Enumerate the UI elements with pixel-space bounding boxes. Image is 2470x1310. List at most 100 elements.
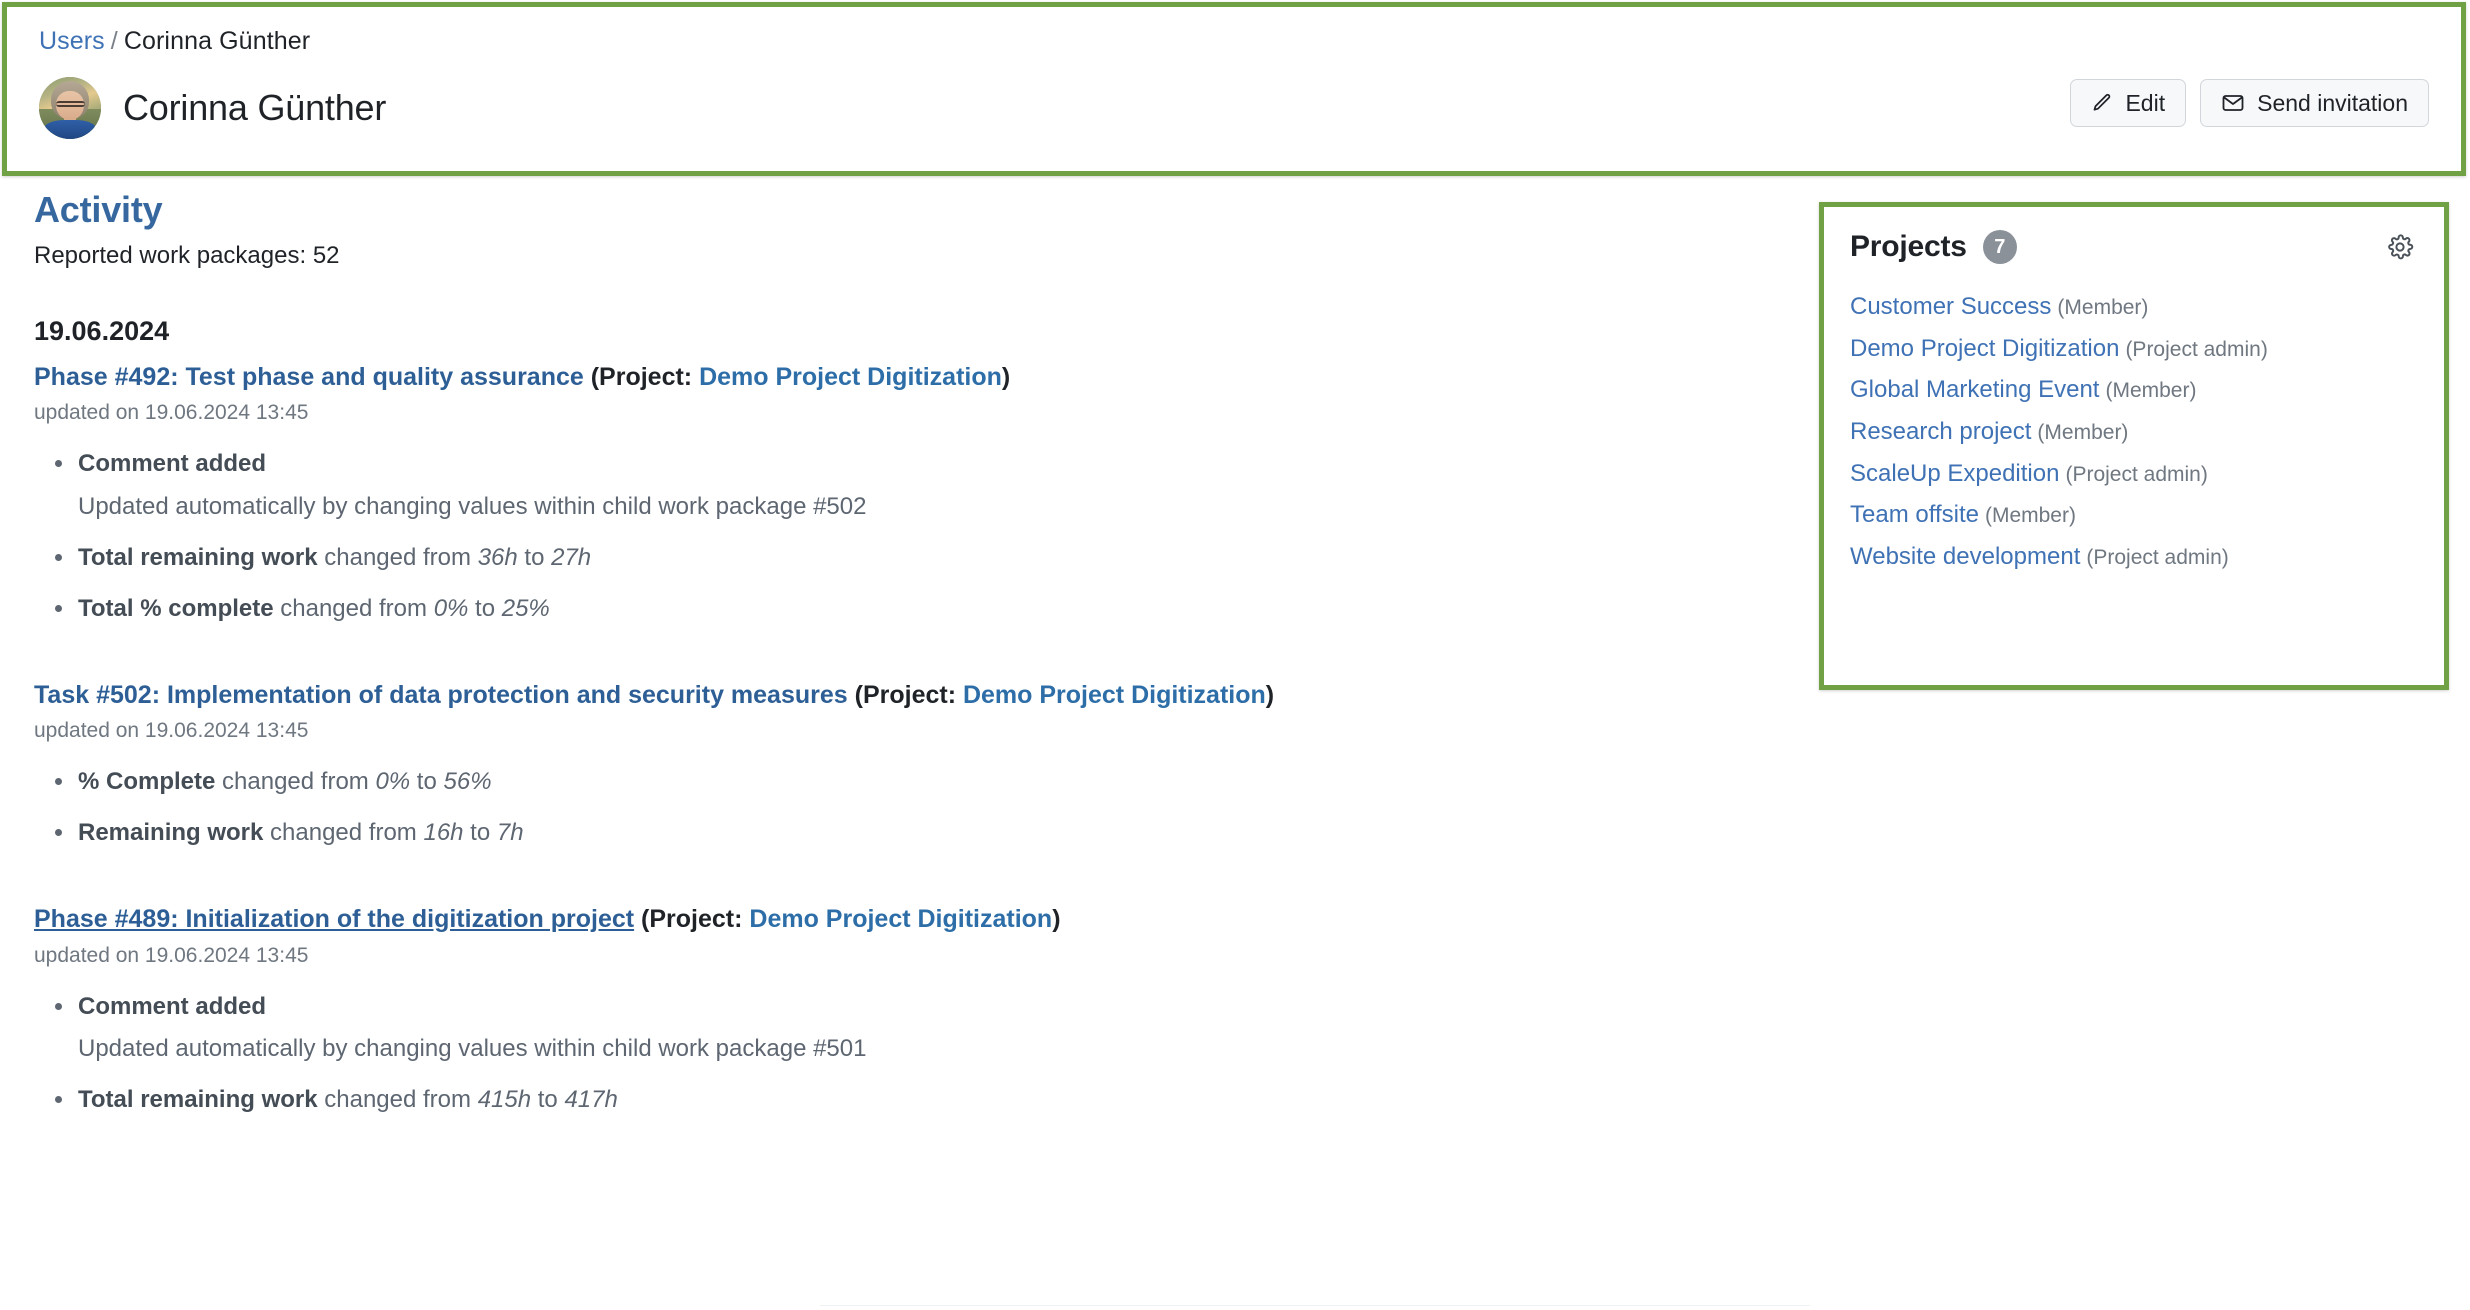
projects-panel: Projects 7 Customer Success (Member) Demo … [1819,202,2449,690]
project-suffix: ) [1001,362,1011,391]
work-package-link[interactable]: Phase #492: Test phase and quality assur… [34,363,584,391]
change-new-value: 417h [564,1086,618,1114]
envelope-icon [2221,91,2245,115]
change-old-value: 16h [423,819,464,847]
activity-change-item: Total % complete changed from 0% to 25% [55,592,1800,627]
work-package-link[interactable]: Task #502: Implementation of data protec… [34,681,848,709]
user-header-panel: Users / Corinna Günther Corinna Günther Ed… [2,2,2466,176]
avatar [39,77,101,139]
activity-entry-timestamp: updated on 19.06.2024 13:45 [34,401,309,425]
change-old-value: 36h [477,543,518,571]
project-list-item: ScaleUp Expedition (Project admin) [1850,458,2418,490]
gear-icon [2386,234,2414,264]
project-name-link[interactable]: ScaleUp Expedition [1850,460,2059,487]
activity-entry-title: Phase #489: Initialization of the digiti… [34,903,1800,937]
activity-change-list: Comment added Updated automatically by ch… [34,990,1800,1118]
project-list-item: Team offsite (Member) [1850,499,2418,531]
bottom-divider [820,1305,1810,1306]
pencil-icon [2091,92,2113,114]
change-attribute-label: % Complete [78,768,216,796]
project-list-item: Research project (Member) [1850,416,2418,448]
change-text-to: to [468,594,502,622]
change-attribute-label: Total remaining work [78,543,318,571]
change-comment-text: Updated automatically by changing values… [78,493,867,521]
project-role-label: (Member) [2105,379,2197,403]
change-old-value: 415h [477,1086,532,1114]
send-invitation-button-label: Send invitation [2257,89,2408,116]
breadcrumb-current: Corinna Günther [123,27,311,55]
breadcrumb: Users / Corinna Günther [39,27,310,56]
project-name-link[interactable]: Team offsite [1850,501,1979,528]
activity-entry-title: Phase #492: Test phase and quality assur… [34,361,1800,395]
projects-count-badge: 7 [1982,230,2017,264]
change-text-to: to [531,1086,565,1114]
edit-button[interactable]: Edit [2070,79,2187,127]
project-role-label: (Project admin) [2125,337,2268,361]
avatar-glasses [55,100,85,108]
activity-entry-timestamp: updated on 19.06.2024 13:45 [34,719,309,743]
change-attribute-label: Total % complete [78,594,274,622]
project-link[interactable]: Demo Project Digitization [963,681,1266,709]
activity-change-item: Comment added Updated automatically by ch… [55,990,1800,1068]
change-text-to: to [410,768,444,796]
project-role-label: (Member) [2037,421,2129,445]
activity-entry: Phase #489: Initialization of the digiti… [34,903,1800,1118]
breadcrumb-users-link[interactable]: Users [39,27,105,55]
work-package-link[interactable]: Phase #489: Initialization of the digiti… [34,905,634,933]
change-text-from: changed from [317,1086,478,1114]
projects-panel-title: Projects [1850,230,1967,263]
change-text-from: changed from [215,768,376,796]
project-list-item: Global Marketing Event (Member) [1850,374,2418,406]
project-role-label: (Member) [1984,504,2076,528]
user-identity: Corinna Günther [39,77,386,139]
activity-change-item: Total remaining work changed from 36h to… [55,541,1800,576]
project-role-label: (Project admin) [2086,546,2229,570]
project-name-link[interactable]: Demo Project Digitization [1850,335,2119,362]
change-text-to: to [463,819,497,847]
change-comment-text: Updated automatically by changing values… [78,1035,867,1063]
project-name-link[interactable]: Research project [1850,418,2031,445]
projects-settings-button[interactable] [2382,229,2418,265]
change-text-from: changed from [273,594,434,622]
change-text-to: to [517,543,552,571]
change-old-value: 0% [375,768,411,796]
activity-change-item: Total remaining work changed from 415h t… [55,1083,1800,1118]
project-link[interactable]: Demo Project Digitization [749,905,1052,933]
activity-change-list: % Complete changed from 0% to 56% Remaini… [34,765,1800,851]
project-prefix: (Project: [847,680,963,709]
activity-change-list: Comment added Updated automatically by ch… [34,447,1800,626]
project-role-label: (Project admin) [2065,462,2208,486]
change-new-value: 7h [496,819,524,847]
change-text-from: changed from [263,819,424,847]
activity-entry: Phase #492: Test phase and quality assur… [34,361,1800,627]
activity-entry-list: Phase #492: Test phase and quality assur… [0,361,1800,1118]
projects-panel-title-group: Projects 7 [1850,230,2017,264]
project-name-link[interactable]: Website development [1850,543,2080,570]
activity-entry-timestamp: updated on 19.06.2024 13:45 [34,943,309,967]
activity-entry-title: Task #502: Implementation of data protec… [34,679,1800,713]
breadcrumb-separator: / [110,27,118,55]
project-name-link[interactable]: Customer Success [1850,293,2051,320]
page-title: Corinna Günther [123,87,387,128]
avatar-jacket [43,120,97,139]
project-list-item: Customer Success (Member) [1850,291,2418,323]
project-prefix: (Project: [634,904,750,933]
activity-change-item: % Complete changed from 0% to 56% [55,765,1800,800]
change-attribute-label: Comment added [78,992,267,1020]
change-new-value: 25% [501,594,550,622]
header-actions: Edit Send invitation [2070,79,2429,127]
project-suffix: ) [1265,680,1275,709]
activity-change-item: Remaining work changed from 16h to 7h [55,816,1800,851]
project-link[interactable]: Demo Project Digitization [699,363,1002,391]
activity-section: Activity Reported work packages: 52 19.0… [0,190,1800,1118]
project-list-item: Demo Project Digitization (Project admin) [1850,333,2418,365]
change-attribute-label: Remaining work [78,819,264,847]
change-attribute-label: Comment added [78,450,267,478]
project-role-label: (Member) [2057,296,2149,319]
change-attribute-label: Total remaining work [78,1086,318,1114]
project-name-link[interactable]: Global Marketing Event [1850,376,2099,403]
send-invitation-button[interactable]: Send invitation [2200,79,2429,127]
activity-heading: Activity [34,189,163,230]
reported-work-packages: Reported work packages: 52 [34,241,340,269]
activity-change-item: Comment added Updated automatically by ch… [55,447,1800,525]
